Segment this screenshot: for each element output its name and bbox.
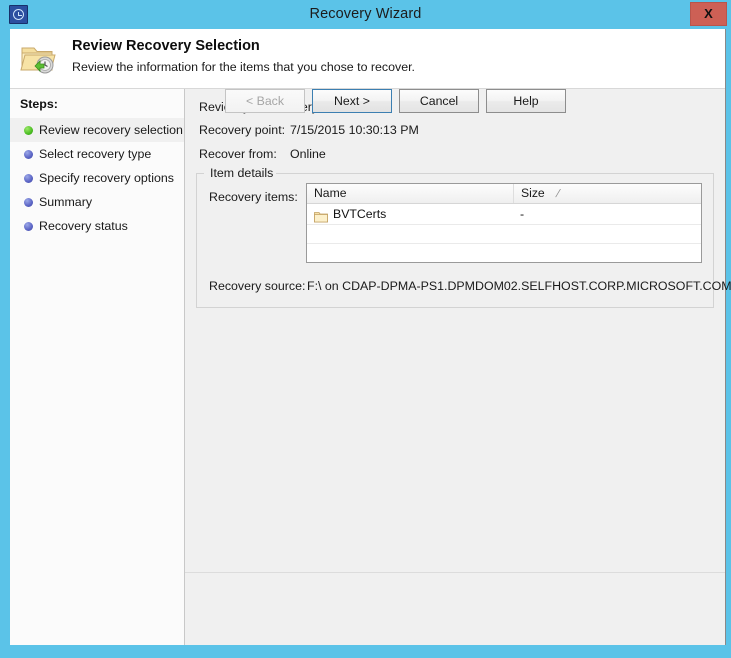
title-bar: Recovery Wizard X xyxy=(0,0,731,29)
item-details-group: Item details Recovery items: Name Size / xyxy=(196,166,731,308)
recovery-items-list[interactable]: Name Size / BVTCerts - xyxy=(306,183,702,263)
sidebar-item-summary[interactable]: Summary xyxy=(10,190,184,214)
recover-from-label: Recover from: xyxy=(199,147,277,161)
recovery-wizard-window: Recovery Wizard X Review Recovery Select… xyxy=(0,0,731,658)
list-empty-row xyxy=(307,225,701,244)
recovery-point-label: Recovery point: xyxy=(199,123,286,137)
column-header-name[interactable]: Name xyxy=(307,184,513,203)
step-bullet-icon xyxy=(24,126,33,135)
row-size: - xyxy=(520,207,525,221)
recovery-items-label: Recovery items: xyxy=(209,190,298,204)
step-label: Review recovery selection xyxy=(39,123,183,137)
column-header-size-label: Size xyxy=(521,186,545,200)
table-row[interactable]: BVTCerts - xyxy=(307,204,701,225)
column-header-name-label: Name xyxy=(314,186,347,200)
step-label: Specify recovery options xyxy=(39,171,174,185)
recovery-source-value: F:\ on CDAP-DPMA-PS1.DPMDOM02.SELFHOST.C… xyxy=(307,279,731,293)
recovery-point-value: 7/15/2015 10:30:13 PM xyxy=(290,123,419,137)
step-bullet-icon xyxy=(24,150,33,159)
sort-indicator-icon: / xyxy=(553,188,561,200)
step-label: Recovery status xyxy=(39,219,128,233)
step-label: Summary xyxy=(39,195,93,209)
step-bullet-icon xyxy=(24,198,33,207)
list-empty-row xyxy=(307,244,701,262)
page-title: Review Recovery Selection xyxy=(72,38,260,54)
window-body: Review Recovery Selection Review the inf… xyxy=(10,29,731,645)
sidebar-item-select-recovery-type[interactable]: Select recovery type xyxy=(10,142,184,166)
footer-bar xyxy=(185,572,725,645)
next-button[interactable]: Next > xyxy=(312,89,392,113)
recovery-source-label: Recovery source: xyxy=(209,279,306,293)
column-header-size[interactable]: Size / xyxy=(513,184,701,203)
steps-list: Review recovery selection Select recover… xyxy=(10,118,184,238)
sidebar-item-review-recovery-selection[interactable]: Review recovery selection xyxy=(10,118,184,142)
page-subtitle: Review the information for the items tha… xyxy=(72,60,415,74)
window-title: Recovery Wizard xyxy=(309,6,422,22)
content-pane: Review your recovery selections. Recover… xyxy=(185,89,731,645)
sidebar-item-recovery-status[interactable]: Recovery status xyxy=(10,214,184,238)
back-button[interactable]: < Back xyxy=(225,89,305,113)
cancel-button[interactable]: Cancel xyxy=(399,89,479,113)
list-header: Name Size / xyxy=(307,184,701,204)
steps-sidebar: Steps: Review recovery selection Select … xyxy=(10,89,185,645)
recover-from-value: Online xyxy=(290,147,326,161)
step-label: Select recovery type xyxy=(39,147,152,161)
help-button[interactable]: Help xyxy=(486,89,566,113)
wizard-header: Review Recovery Selection Review the inf… xyxy=(10,29,725,89)
step-bullet-icon xyxy=(24,222,33,231)
sidebar-item-specify-recovery-options[interactable]: Specify recovery options xyxy=(10,166,184,190)
folder-icon xyxy=(314,208,328,223)
folder-restore-icon xyxy=(18,39,60,79)
step-bullet-icon xyxy=(24,174,33,183)
row-name: BVTCerts xyxy=(333,207,387,221)
close-button[interactable]: X xyxy=(690,2,727,26)
steps-heading: Steps: xyxy=(20,97,58,111)
item-details-title: Item details xyxy=(207,166,277,180)
